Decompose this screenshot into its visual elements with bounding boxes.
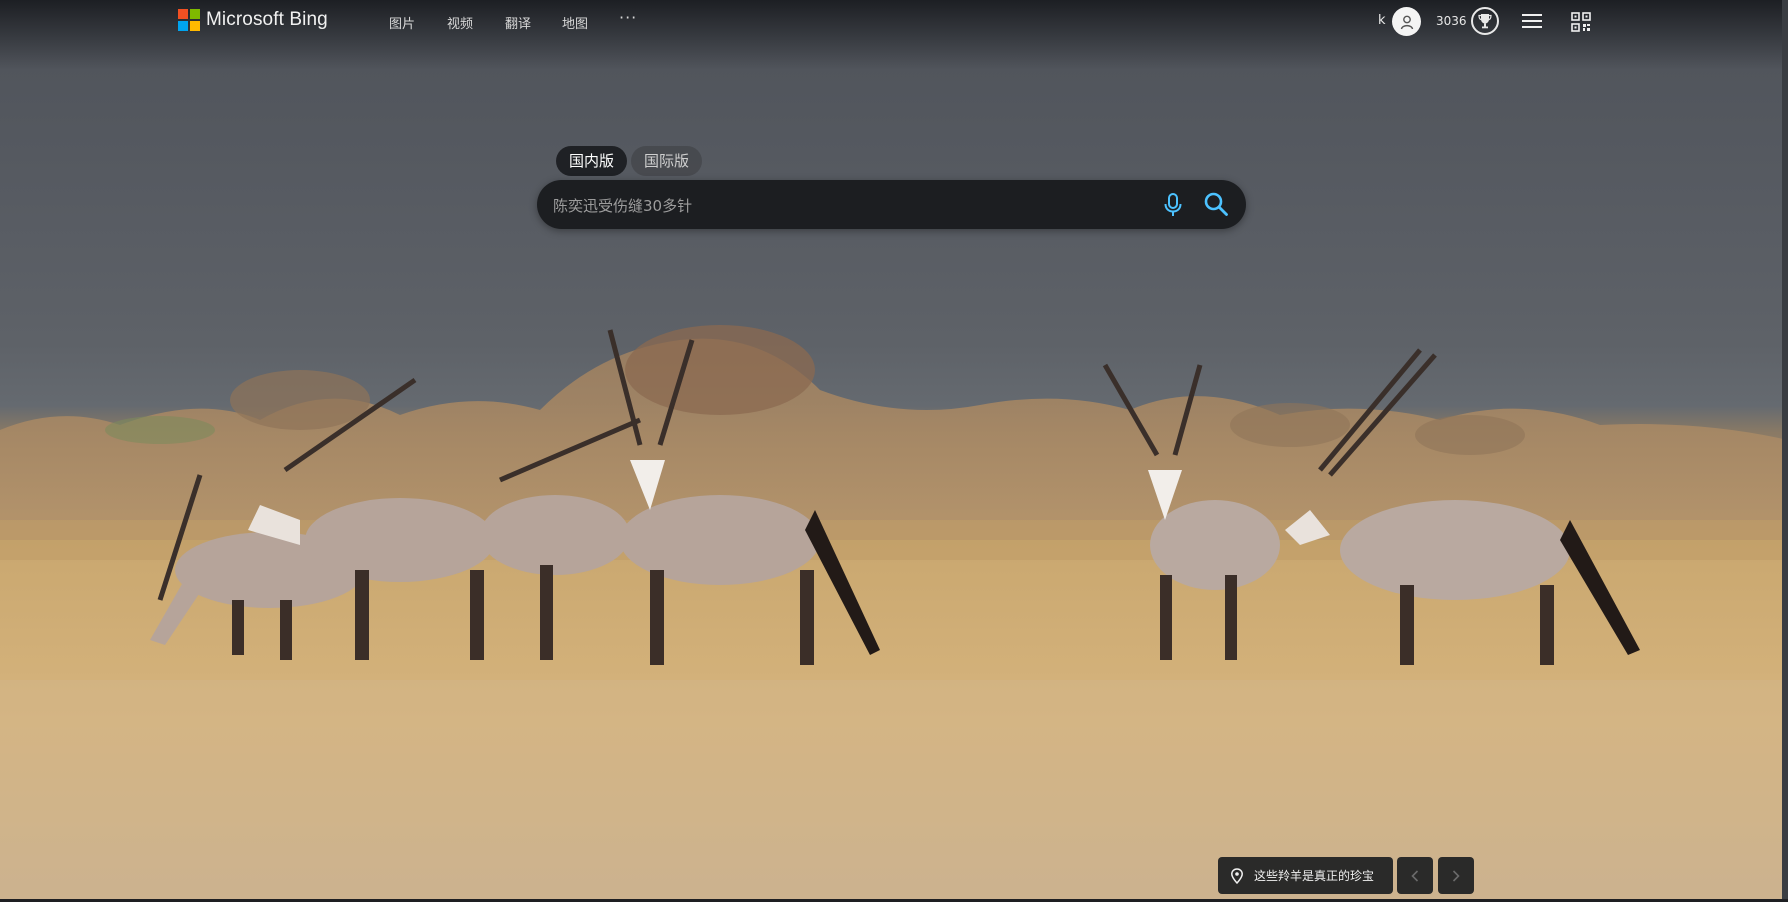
- user-avatar-icon[interactable]: [1392, 7, 1421, 36]
- nav-images[interactable]: 图片: [389, 13, 415, 32]
- scrollbar-track[interactable]: [1782, 0, 1788, 902]
- top-header: Microsoft Bing 图片 视频 翻译 地图 ··· k 3036: [0, 0, 1788, 44]
- rewards-trophy-icon[interactable]: [1471, 7, 1499, 35]
- tab-domestic[interactable]: 国内版: [556, 146, 628, 176]
- previous-image-button[interactable]: [1397, 857, 1433, 894]
- chevron-left-icon: [1411, 869, 1419, 882]
- chevron-right-icon: [1452, 869, 1460, 882]
- microsoft-logo-icon: [178, 9, 200, 31]
- location-pin-icon: [1231, 867, 1243, 884]
- search-region-tabs: 国内版 国际版: [556, 146, 703, 176]
- search-box: [537, 180, 1246, 231]
- tab-international[interactable]: 国际版: [631, 146, 703, 176]
- qr-code-icon[interactable]: [1571, 12, 1591, 32]
- hamburger-menu-icon[interactable]: [1522, 13, 1542, 29]
- nav-maps[interactable]: 地图: [562, 13, 588, 32]
- search-icon[interactable]: [1203, 191, 1229, 217]
- search-input[interactable]: [551, 180, 1115, 231]
- bing-logo[interactable]: Microsoft Bing: [178, 9, 328, 31]
- rewards-points[interactable]: 3036: [1436, 14, 1467, 28]
- nav-translate[interactable]: 翻译: [505, 13, 531, 32]
- more-icon[interactable]: ···: [619, 8, 637, 27]
- next-image-button[interactable]: [1438, 857, 1474, 894]
- user-name[interactable]: k: [1378, 13, 1386, 28]
- bing-homepage: Microsoft Bing 图片 视频 翻译 地图 ··· k 3036 国内…: [0, 0, 1788, 902]
- microphone-icon[interactable]: [1161, 192, 1185, 218]
- nav-videos[interactable]: 视频: [447, 13, 473, 32]
- background-image: [0, 0, 1788, 902]
- oryx-scene-illustration: [0, 325, 1788, 902]
- image-caption-text: 这些羚羊是真正的珍宝: [1254, 869, 1375, 883]
- image-caption-button[interactable]: 这些羚羊是真正的珍宝: [1218, 857, 1393, 894]
- brand-name: Microsoft Bing: [206, 9, 328, 30]
